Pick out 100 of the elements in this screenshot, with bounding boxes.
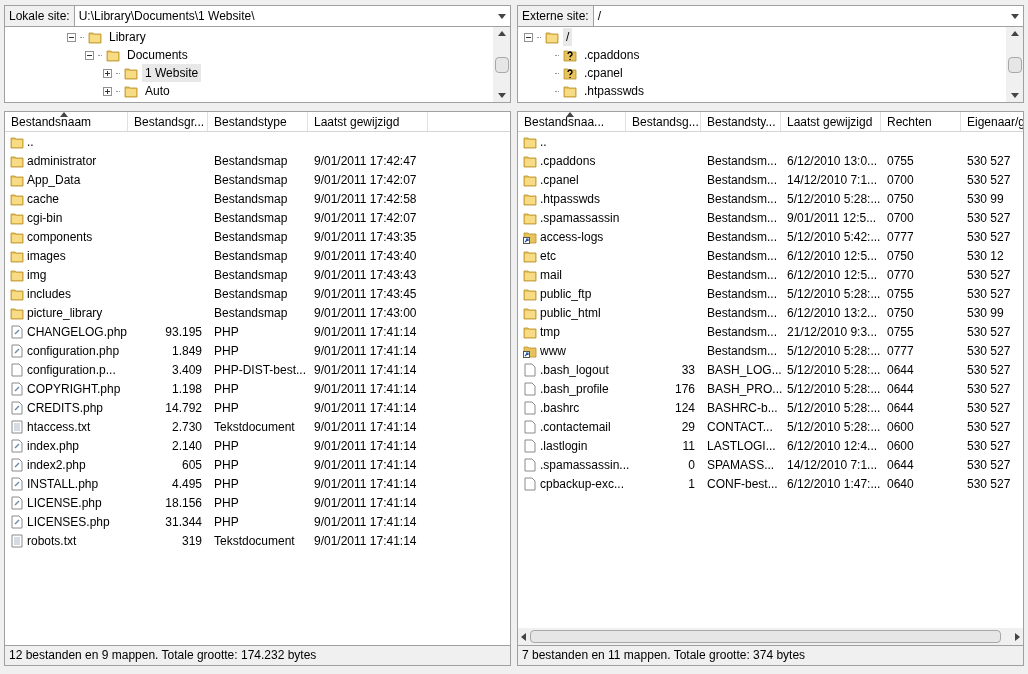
vertical-scrollbar[interactable] [1006, 27, 1023, 102]
vertical-scrollbar[interactable] [493, 27, 510, 102]
column-header[interactable]: Laatst gewijzigd [308, 112, 428, 131]
collapse-toggle[interactable] [67, 32, 76, 42]
table-cell-text: 6/12/2010 13:0... [787, 152, 878, 170]
table-cell-text: 9/01/2011 17:41:14 [314, 494, 417, 512]
column-header[interactable]: Bestandsnaa... [518, 112, 626, 131]
tree-item[interactable]: / [563, 28, 573, 46]
table-cell[interactable]: components [27, 227, 93, 246]
table-cell[interactable]: .contactemail [540, 417, 611, 436]
table-cell[interactable]: includes [27, 284, 72, 303]
column-header[interactable]: Laatst gewijzigd [781, 112, 881, 131]
table-cell[interactable]: .bash_logout [540, 360, 609, 379]
table-cell-text: Bestandsmap [214, 152, 288, 170]
column-header[interactable]: Bestandsgr... [128, 112, 208, 131]
table-cell[interactable]: .spamassassin [540, 208, 620, 227]
table-cell[interactable]: public_html [540, 303, 601, 322]
collapse-toggle[interactable] [85, 50, 94, 60]
collapse-toggle[interactable] [524, 32, 533, 42]
table-cell[interactable]: mail [540, 265, 562, 284]
table-cell[interactable]: .. [27, 132, 34, 151]
table-cell[interactable]: .spamassassin... [540, 455, 630, 474]
text-document-icon [10, 419, 24, 434]
site-label: Externe site: [518, 6, 594, 26]
tree-item[interactable]: Auto [142, 82, 173, 100]
table-cell[interactable]: .bashrc [540, 398, 580, 417]
blank-file-icon [523, 362, 537, 377]
folder-icon [10, 229, 24, 244]
table-cell[interactable]: COPYRIGHT.php [27, 379, 121, 398]
table-cell[interactable]: CHANGELOG.php [27, 322, 128, 341]
table-cell-text: 14.792 [165, 399, 202, 417]
table-cell[interactable]: access-logs [540, 227, 604, 246]
column-header[interactable]: Bestandsty... [701, 112, 781, 131]
expand-toggle[interactable] [103, 86, 112, 96]
table-cell-text: Bestandsmap [214, 285, 288, 303]
table-cell-text: 0750 [887, 247, 914, 265]
tree-item[interactable]: .cpanel [581, 64, 626, 82]
folder-icon [523, 305, 537, 320]
table-cell[interactable]: administrator [27, 151, 97, 170]
scrollbar-thumb[interactable] [530, 630, 1001, 643]
horizontal-scrollbar[interactable] [518, 628, 1023, 645]
table-cell[interactable]: .cpaddons [540, 151, 596, 170]
scrollbar-thumb[interactable] [494, 56, 509, 73]
table-cell[interactable]: cache [27, 189, 60, 208]
table-cell[interactable]: INSTALL.php [27, 474, 99, 493]
table-cell-text: 530 527 [967, 380, 1011, 398]
table-cell-text: 530 527 [967, 209, 1011, 227]
table-cell-text: 0 [688, 456, 695, 474]
table-cell[interactable]: www [540, 341, 566, 360]
table-cell[interactable]: cpbackup-exc... [540, 474, 625, 493]
scroll-down-icon [1010, 93, 1019, 98]
table-cell[interactable]: LICENSE.php [27, 493, 102, 512]
table-cell[interactable]: index.php [27, 436, 80, 455]
column-header[interactable]: Bestandsg... [626, 112, 701, 131]
table-cell[interactable]: cgi-bin [27, 208, 63, 227]
table-cell[interactable]: index2.php [27, 455, 86, 474]
table-cell-text: BASHRC-b... [707, 399, 778, 417]
tree-item[interactable]: .htpasswds [581, 82, 648, 100]
expand-toggle[interactable] [103, 68, 112, 78]
table-cell[interactable]: images [27, 246, 66, 265]
tree-item[interactable]: .cpaddons [581, 46, 643, 64]
table-cell[interactable]: configuration.p... [27, 360, 116, 379]
table-cell-text: 9/01/2011 17:42:07 [314, 171, 417, 189]
table-cell[interactable]: public_ftp [540, 284, 592, 303]
table-cell[interactable]: .. [540, 132, 547, 151]
table-cell-text: 0600 [887, 437, 914, 455]
column-header[interactable]: Rechten [881, 112, 961, 131]
table-cell[interactable]: picture_library [27, 303, 103, 322]
table-cell[interactable]: tmp [540, 322, 560, 341]
table-cell[interactable]: robots.txt [27, 531, 77, 550]
table-cell[interactable]: img [27, 265, 47, 284]
folder-icon [523, 134, 537, 149]
folder-icon [124, 84, 138, 98]
blank-file-icon [523, 400, 537, 415]
table-cell-text: 319 [181, 532, 202, 550]
table-cell[interactable]: .cpanel [540, 170, 579, 189]
column-header[interactable]: Bestandsnaam [5, 112, 128, 131]
table-cell[interactable]: htaccess.txt [27, 417, 91, 436]
folder-shortcut-icon [523, 229, 537, 244]
scroll-right-icon [1015, 632, 1020, 641]
scrollbar-thumb[interactable] [1007, 56, 1022, 73]
tree-item[interactable]: Library [106, 28, 149, 46]
table-cell[interactable]: configuration.php [27, 341, 120, 360]
tree-item[interactable]: 1 Website [142, 64, 202, 82]
tree-item[interactable]: Documents [124, 46, 191, 64]
table-cell[interactable]: etc [540, 246, 556, 265]
folder-icon [10, 191, 24, 206]
table-cell-text: 9/01/2011 17:41:14 [314, 342, 417, 360]
table-cell-text: 6/12/2010 12:4... [787, 437, 878, 455]
table-cell[interactable]: .bash_profile [540, 379, 609, 398]
table-cell[interactable]: .lastlogin [540, 436, 588, 455]
table-cell-text: PHP [214, 380, 239, 398]
table-cell-text: 21/12/2010 9:3... [787, 323, 878, 341]
table-cell[interactable]: CREDITS.php [27, 398, 104, 417]
table-cell[interactable]: App_Data [27, 170, 81, 189]
column-header[interactable]: Bestandstype [208, 112, 308, 131]
table-cell[interactable]: LICENSES.php [27, 512, 110, 531]
table-cell-text: Tekstdocument [214, 532, 295, 550]
table-cell-text: 5/12/2010 5:28:... [787, 190, 881, 208]
table-cell[interactable]: .htpasswds [540, 189, 601, 208]
